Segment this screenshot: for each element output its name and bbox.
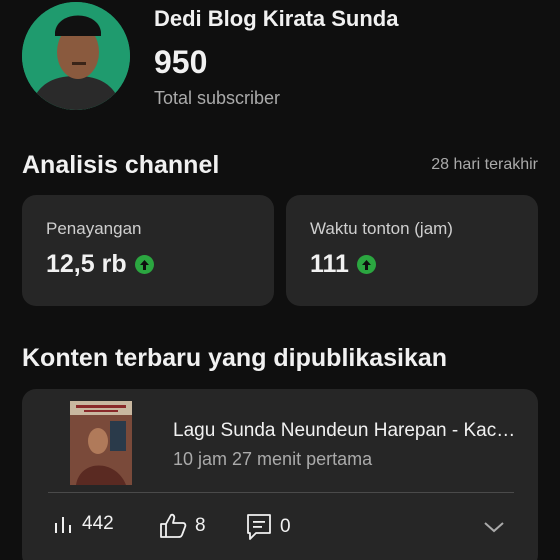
channel-avatar[interactable] (22, 2, 130, 110)
analytics-title: Analisis channel (22, 151, 220, 179)
comments-stat: 0 (246, 513, 291, 541)
channel-name: Dedi Blog Kirata Sunda (154, 6, 399, 31)
watch-time-card[interactable]: Waktu tonton (jam) 111 (286, 195, 538, 306)
views-count: 442 (82, 513, 114, 534)
chevron-down-icon (484, 522, 504, 533)
subscriber-count: 950 (154, 44, 208, 80)
video-title[interactable]: Lagu Sunda Neundeun Harepan - Kacapi Sul… (173, 420, 523, 442)
comments-count: 0 (280, 516, 291, 537)
thumbs-up-icon (160, 513, 187, 538)
watch-time-value-row: 111 (310, 250, 376, 279)
avatar-photo (22, 2, 130, 110)
latest-video-card[interactable]: Lagu Sunda Neundeun Harepan - Kacapi Sul… (22, 389, 538, 560)
video-meta: 10 jam 27 menit pertama (173, 449, 373, 469)
views-value-row: 12,5 rb (46, 250, 154, 279)
divider (48, 492, 514, 493)
comment-icon (247, 514, 271, 540)
views-stat: 442 (52, 513, 114, 535)
views-card[interactable]: Penayangan 12,5 rb (22, 195, 274, 306)
trend-up-icon (134, 255, 154, 274)
video-thumbnail[interactable] (70, 401, 132, 485)
analytics-range: 28 hari terakhir (431, 156, 538, 173)
views-bar-icon (55, 517, 71, 533)
trend-up-icon (356, 255, 376, 274)
likes-stat: 8 (159, 513, 206, 539)
subscriber-label: Total subscriber (154, 88, 281, 108)
latest-content-title: Konten terbaru yang dipublikasikan (22, 344, 448, 372)
watch-time-label: Waktu tonton (jam) (310, 219, 453, 238)
expand-button[interactable] (482, 519, 506, 540)
likes-count: 8 (195, 515, 206, 536)
views-label: Penayangan (46, 219, 142, 238)
watch-time-value: 111 (310, 250, 349, 278)
views-value: 12,5 rb (46, 250, 127, 278)
